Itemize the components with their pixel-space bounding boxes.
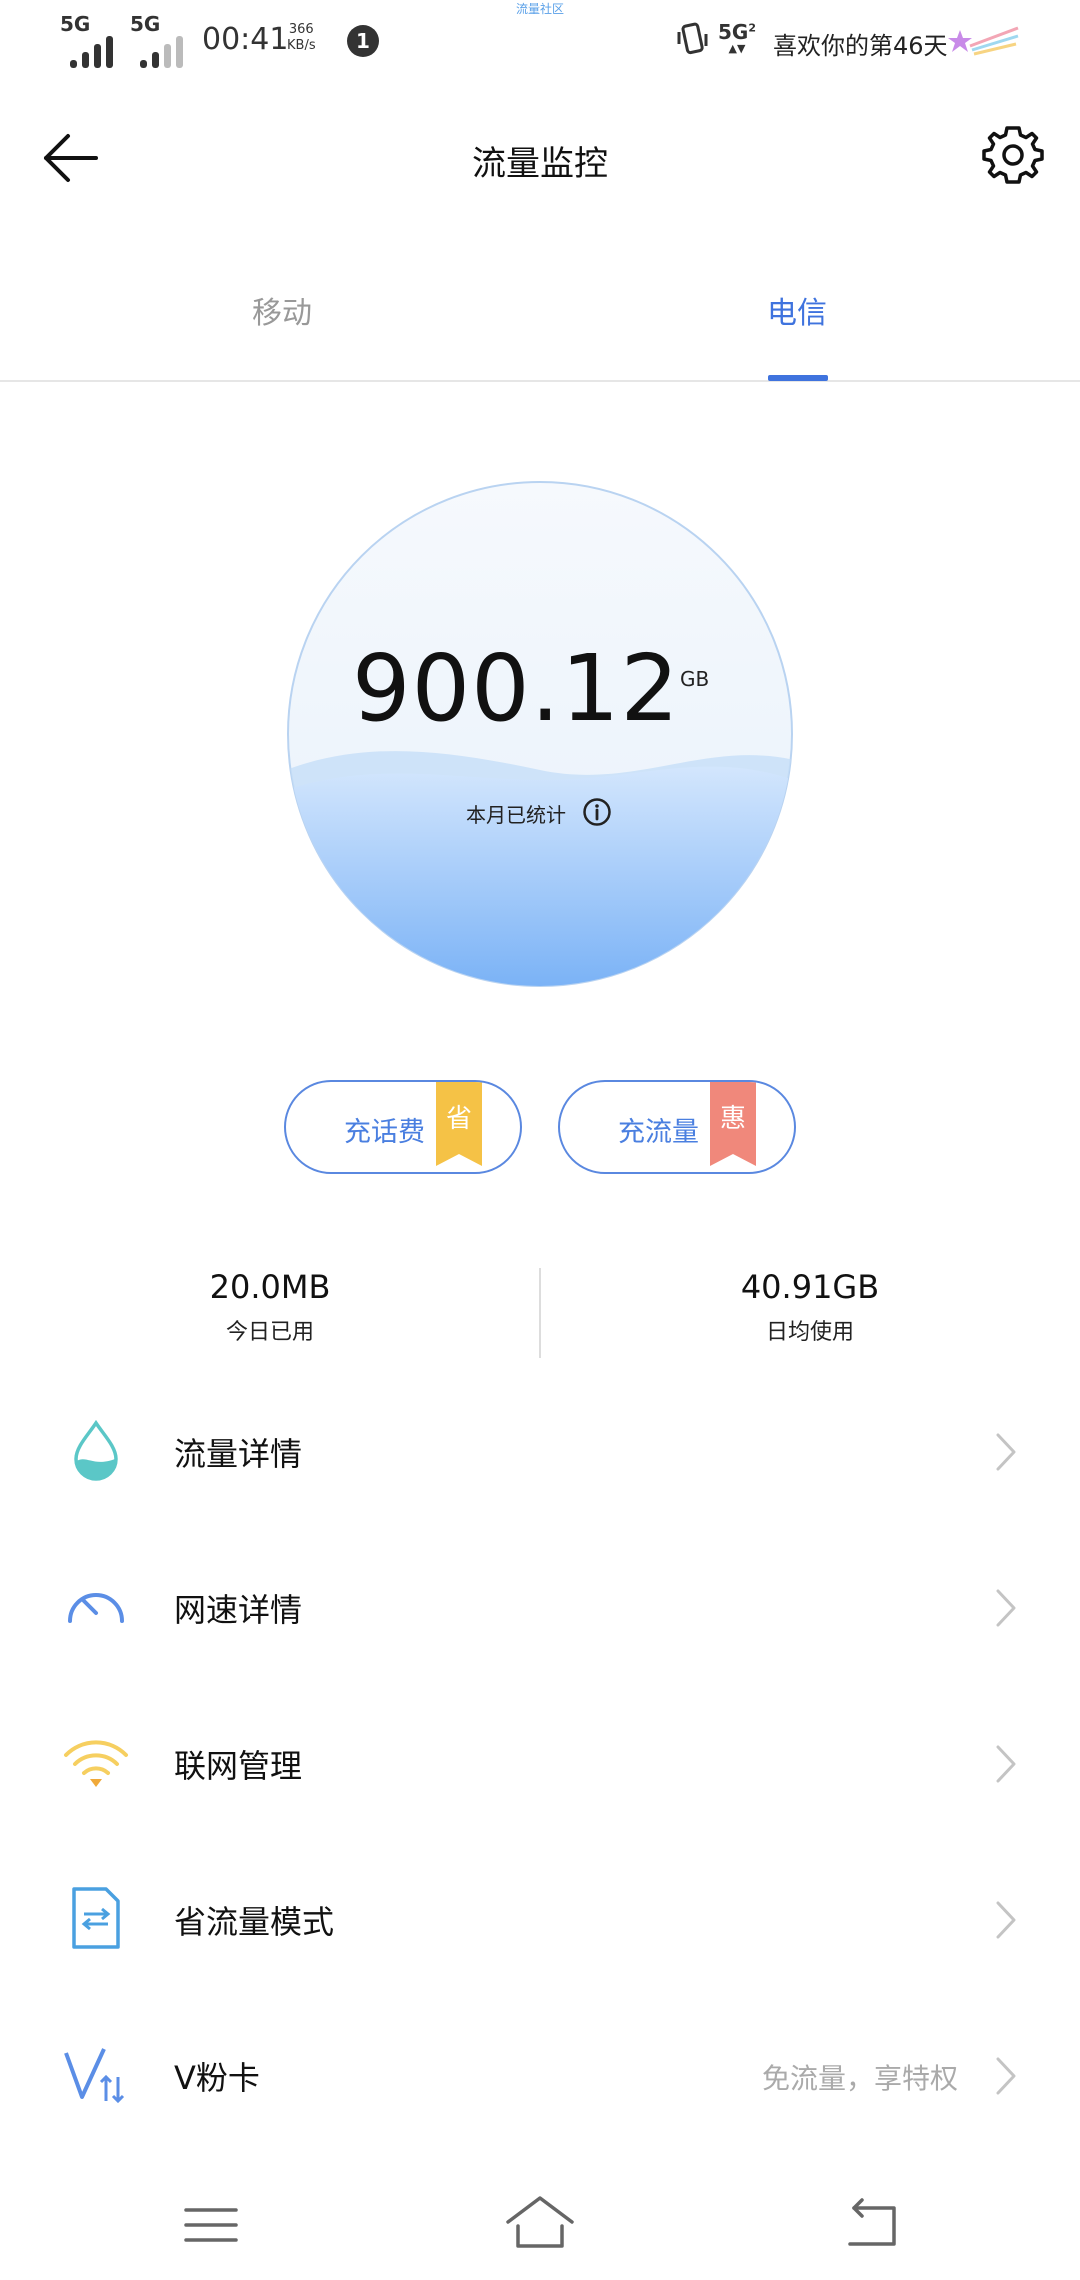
status-message: 喜欢你的第46天: [773, 32, 948, 60]
water-drop-icon: [74, 1419, 118, 1481]
daily-average-value: 40.91GB: [740, 1268, 880, 1306]
page-title: 流量监控: [472, 144, 608, 184]
discount-badge-text: 惠: [719, 1104, 746, 1134]
stats-divider: [539, 1268, 541, 1358]
recharge-data-button[interactable]: 充流量 惠: [558, 1080, 796, 1174]
sim2-signal: 5G: [130, 12, 190, 68]
menu-item-data-saver[interactable]: 省流量模式: [0, 1841, 1080, 1997]
usage-value: 900.12: [0, 635, 1080, 742]
nav-home-button[interactable]: [500, 2190, 580, 2260]
signal-bars-icon: [70, 36, 113, 68]
speedometer-icon: [68, 1593, 124, 1623]
usage-number: 900.12: [352, 635, 680, 742]
status-bar: 5G 5G 00:41 366 KB/s 1 流量社区 5G2 ▲▼ 喜欢你的第…: [0, 0, 1080, 80]
header: 流量监控: [0, 110, 1080, 200]
menu-item-speed-details[interactable]: 网速详情: [0, 1529, 1080, 1685]
recharge-phone-label: 充话费: [344, 1117, 425, 1148]
menu-label-data-details: 流量详情: [174, 1435, 303, 1473]
network-speed: 366 KB/s: [287, 22, 316, 54]
chevron-right-icon: [996, 2057, 1016, 2095]
tab-mobile[interactable]: 移动: [132, 288, 432, 332]
arrow-left-icon: [44, 134, 98, 182]
tab-telecom[interactable]: 电信: [647, 288, 947, 332]
menu-label-v-card: V粉卡: [174, 2059, 260, 2097]
data-arrows-icon: ▲▼: [728, 42, 746, 55]
menu-label-network-management: 联网管理: [174, 1747, 303, 1785]
speed-unit: KB/s: [287, 38, 316, 53]
system-nav-bar: [0, 2180, 1080, 2280]
speed-value: 366: [288, 22, 314, 37]
tab-indicator: [768, 375, 828, 381]
save-badge: 省: [436, 1082, 482, 1166]
v-card-promo-text: 免流量，享特权: [761, 2062, 958, 2095]
status-time: 00:41: [202, 22, 289, 57]
save-badge-text: 省: [445, 1104, 472, 1134]
settings-button[interactable]: [982, 124, 1044, 186]
home-icon: [506, 2196, 574, 2248]
data-saver-icon: [72, 1887, 120, 1949]
menu-item-data-details[interactable]: 流量详情: [0, 1373, 1080, 1529]
carrier-tabs: 移动 电信: [0, 260, 1080, 382]
chevron-right-icon: [996, 1745, 1016, 1783]
chevron-right-icon: [996, 1901, 1016, 1939]
recharge-phone-button[interactable]: 充话费 省: [284, 1080, 522, 1174]
info-icon[interactable]: [582, 797, 612, 827]
wifi-icon: [64, 1740, 128, 1787]
gear-icon: [982, 126, 1044, 184]
chevron-right-icon: [996, 1589, 1016, 1627]
today-usage-value: 20.0MB: [209, 1268, 331, 1306]
usage-caption: 本月已统计: [466, 803, 566, 827]
daily-average-stat: 40.91GB 日均使用: [610, 1268, 1010, 1346]
back-button[interactable]: [40, 128, 100, 188]
vibrate-icon: [677, 22, 708, 55]
discount-badge: 惠: [710, 1082, 756, 1166]
menu-item-v-card[interactable]: V粉卡 免流量，享特权: [0, 1997, 1080, 2153]
notification-badge: 1: [347, 25, 379, 57]
chevron-right-icon: [996, 1433, 1016, 1471]
top-center-text: 流量社区: [515, 2, 564, 16]
nav-menu-button[interactable]: [172, 2190, 252, 2260]
today-usage-label: 今日已用: [225, 1320, 314, 1345]
v-card-icon: [64, 2048, 125, 2104]
sim1-signal: 5G: [60, 12, 120, 68]
data-network-indicator: 5G2 ▲▼: [718, 20, 756, 54]
sticker-icon: [948, 26, 1019, 56]
menu-label-speed-details: 网速详情: [174, 1591, 303, 1629]
usage-unit: GB: [680, 667, 710, 691]
menu-icon: [184, 2208, 238, 2242]
daily-average-label: 日均使用: [765, 1320, 854, 1345]
menu-label-data-saver: 省流量模式: [174, 1903, 335, 1941]
recharge-data-label: 充流量: [618, 1117, 699, 1148]
nav-back-button[interactable]: [832, 2190, 912, 2260]
data-network-label: 5G: [718, 20, 749, 44]
data-network-sub: 2: [748, 21, 756, 35]
signal-bars-icon: [140, 36, 183, 68]
menu-item-network-management[interactable]: 联网管理: [0, 1685, 1080, 1841]
today-usage-stat: 20.0MB 今日已用: [70, 1268, 470, 1346]
back-icon: [848, 2198, 896, 2246]
